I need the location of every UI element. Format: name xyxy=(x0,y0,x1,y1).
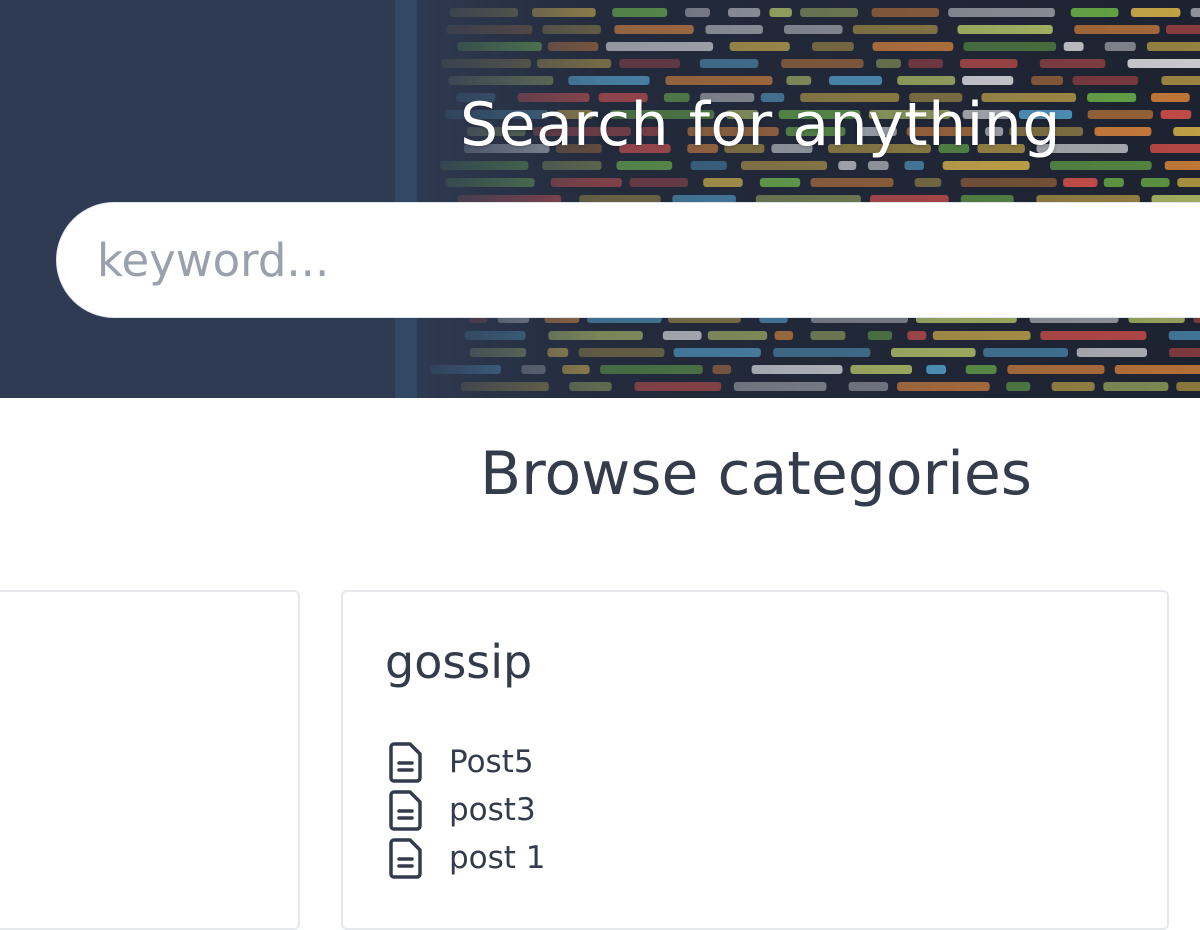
post-link[interactable]: post3 xyxy=(449,790,536,830)
hero-title: Search for anything xyxy=(0,90,1200,160)
code-background-image xyxy=(0,0,1200,398)
post-link[interactable]: Post5 xyxy=(449,742,534,782)
post-item[interactable]: post 1 xyxy=(387,834,546,882)
document-icon xyxy=(387,789,425,831)
category-card xyxy=(0,590,300,930)
search-input[interactable] xyxy=(57,203,1200,317)
search-bar xyxy=(56,202,1200,318)
document-icon xyxy=(387,837,425,879)
category-title[interactable]: gossip xyxy=(385,632,532,692)
post-item[interactable]: post3 xyxy=(387,786,546,834)
document-icon xyxy=(387,741,425,783)
category-card-gossip: gossip Post5 post3 post 1 xyxy=(341,590,1169,930)
hero-banner: Search for anything xyxy=(0,0,1200,398)
post-list: Post5 post3 post 1 xyxy=(387,738,546,882)
post-item[interactable]: Post5 xyxy=(387,738,546,786)
post-link[interactable]: post 1 xyxy=(449,838,546,878)
browse-categories-heading: Browse categories xyxy=(0,438,1200,510)
